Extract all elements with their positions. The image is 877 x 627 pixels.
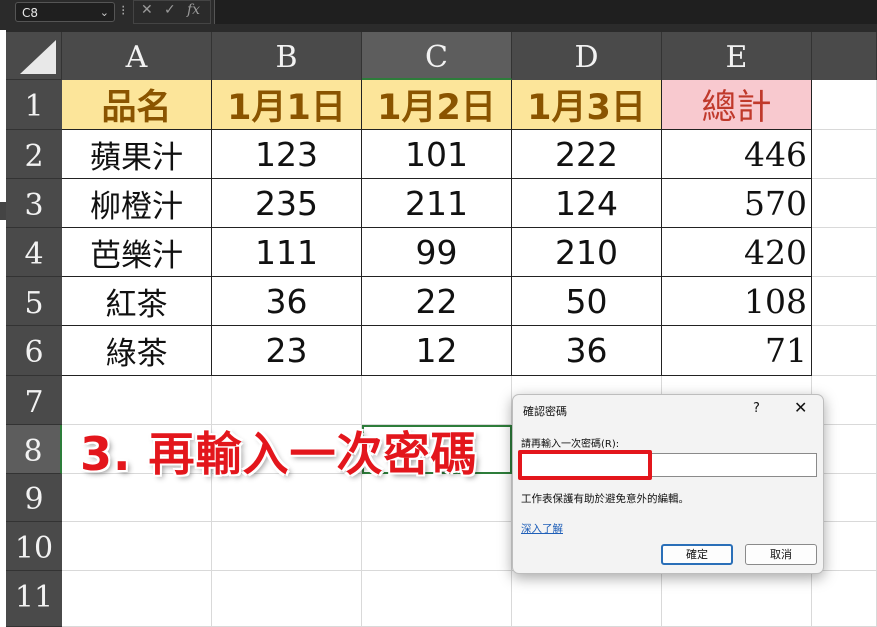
- row-header-7[interactable]: 7: [6, 376, 62, 425]
- confirm-password-dialog: 確認密碼 ? ✕ 請再輸入一次密碼(R): 工作表保護有助於避免意外的編輯。 深…: [512, 394, 824, 574]
- cell[interactable]: [62, 522, 212, 571]
- row-header-6[interactable]: 6: [6, 326, 62, 376]
- table-cell[interactable]: 124: [512, 179, 662, 228]
- row-header-11[interactable]: 11: [6, 571, 62, 627]
- insert-function-icon[interactable]: fx: [187, 2, 200, 18]
- table-cell[interactable]: 23: [212, 326, 362, 376]
- column-header-a[interactable]: A: [62, 32, 212, 80]
- total-cell[interactable]: 108: [662, 277, 812, 326]
- table-cell[interactable]: 50: [512, 277, 662, 326]
- column-header-b[interactable]: B: [212, 32, 362, 80]
- table-cell[interactable]: 22: [362, 277, 512, 326]
- header-cell-day2[interactable]: 1月2日: [362, 80, 512, 130]
- cell[interactable]: [362, 522, 512, 571]
- table-cell[interactable]: 蘋果汁: [62, 130, 212, 179]
- formula-buttons: ✕ ✓ fx: [133, 0, 211, 24]
- separator-icon[interactable]: ⁝: [121, 3, 125, 19]
- row-header-1[interactable]: 1: [6, 80, 62, 130]
- cell[interactable]: [662, 571, 812, 627]
- total-cell[interactable]: 71: [662, 326, 812, 376]
- chevron-down-icon[interactable]: ⌄: [100, 3, 109, 23]
- table-cell[interactable]: 210: [512, 228, 662, 277]
- total-cell[interactable]: 446: [662, 130, 812, 179]
- cell[interactable]: [812, 130, 877, 179]
- dialog-description: 工作表保護有助於避免意外的編輯。: [521, 493, 689, 505]
- cell[interactable]: [212, 522, 362, 571]
- header-cell-name[interactable]: 品名: [62, 80, 212, 130]
- cell[interactable]: [512, 571, 662, 627]
- table-cell[interactable]: 222: [512, 130, 662, 179]
- cell[interactable]: [812, 326, 877, 376]
- select-all-corner[interactable]: [6, 32, 62, 80]
- ok-button[interactable]: 確定: [661, 544, 733, 565]
- header-cell-day3[interactable]: 1月3日: [512, 80, 662, 130]
- table-cell[interactable]: 柳橙汁: [62, 179, 212, 228]
- table-cell[interactable]: 211: [362, 179, 512, 228]
- header-cell-total[interactable]: 總計: [662, 80, 812, 130]
- table-cell[interactable]: 36: [512, 326, 662, 376]
- formula-input[interactable]: [214, 0, 877, 24]
- cell[interactable]: [212, 571, 362, 627]
- row-header-5[interactable]: 5: [6, 277, 62, 326]
- cell[interactable]: [812, 179, 877, 228]
- help-icon[interactable]: ?: [753, 401, 760, 416]
- total-cell[interactable]: 570: [662, 179, 812, 228]
- enter-icon[interactable]: ✓: [164, 2, 176, 18]
- name-box-value: C8: [22, 6, 39, 20]
- table-cell[interactable]: 101: [362, 130, 512, 179]
- password-label: 請再輸入一次密碼(R):: [521, 439, 620, 450]
- cell[interactable]: [812, 571, 877, 627]
- row-header-2[interactable]: 2: [6, 130, 62, 179]
- table-cell[interactable]: 綠茶: [62, 326, 212, 376]
- cell[interactable]: [812, 80, 877, 130]
- table-cell[interactable]: 36: [212, 277, 362, 326]
- cancel-button[interactable]: 取消: [745, 544, 817, 565]
- cell[interactable]: [362, 571, 512, 627]
- cell[interactable]: [812, 228, 877, 277]
- total-cell[interactable]: 420: [662, 228, 812, 277]
- row-header-9[interactable]: 9: [6, 474, 62, 522]
- column-header-c[interactable]: C: [362, 32, 512, 80]
- column-header-e[interactable]: E: [662, 32, 812, 80]
- row-header-8[interactable]: 8: [6, 425, 62, 474]
- table-cell[interactable]: 123: [212, 130, 362, 179]
- cell[interactable]: [812, 277, 877, 326]
- row-header-10[interactable]: 10: [6, 522, 62, 571]
- learn-more-link[interactable]: 深入了解: [521, 521, 563, 536]
- close-icon[interactable]: ✕: [794, 398, 807, 417]
- formula-bar-area: C8 ⌄ ⁝ ✕ ✓ fx: [0, 0, 877, 26]
- dialog-title: 確認密碼: [523, 405, 567, 418]
- step-annotation: 3. 再輸入一次密碼: [80, 427, 478, 481]
- select-all-triangle-icon: [20, 40, 56, 74]
- header-cell-day1[interactable]: 1月1日: [212, 80, 362, 130]
- cell[interactable]: [62, 571, 212, 627]
- cancel-icon[interactable]: ✕: [141, 2, 153, 18]
- row-header-3[interactable]: 3: [6, 179, 62, 228]
- table-cell[interactable]: 芭樂汁: [62, 228, 212, 277]
- row-header-4[interactable]: 4: [6, 228, 62, 277]
- column-header-f[interactable]: [812, 32, 877, 80]
- column-header-d[interactable]: D: [512, 32, 662, 80]
- table-cell[interactable]: 紅茶: [62, 277, 212, 326]
- name-box[interactable]: C8 ⌄: [15, 2, 115, 22]
- highlight-box: [518, 450, 652, 480]
- table-cell[interactable]: 99: [362, 228, 512, 277]
- table-cell[interactable]: 111: [212, 228, 362, 277]
- table-cell[interactable]: 235: [212, 179, 362, 228]
- table-cell[interactable]: 12: [362, 326, 512, 376]
